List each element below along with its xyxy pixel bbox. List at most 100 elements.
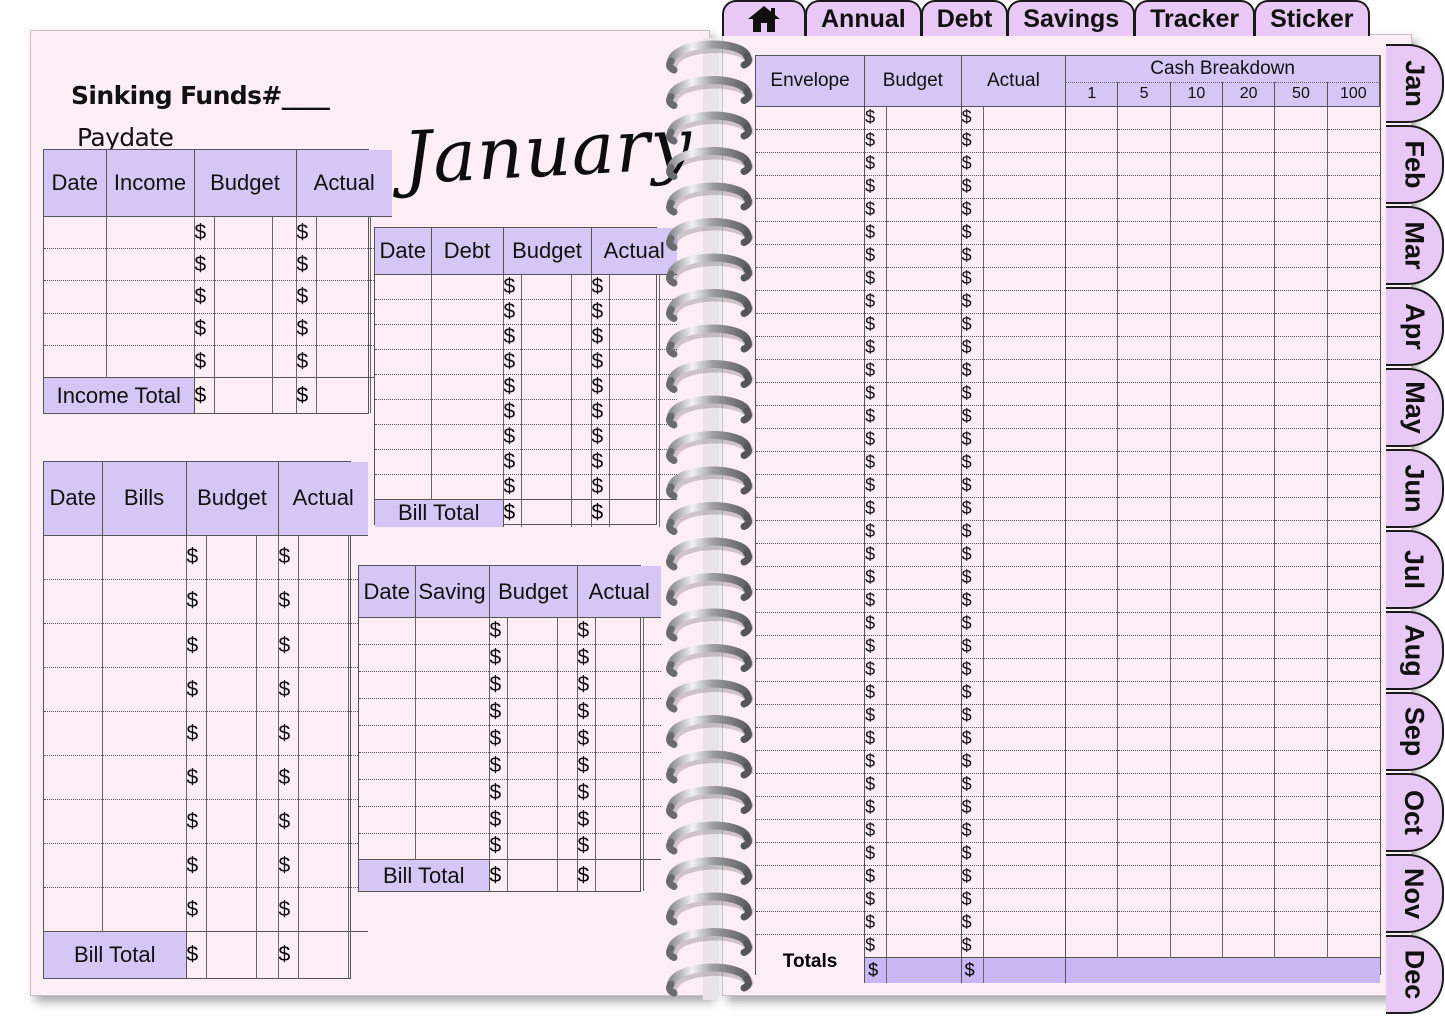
envelope-row[interactable]: $$	[756, 704, 1380, 727]
cell-envelope-name[interactable]	[756, 497, 865, 520]
cell-cash-50[interactable]	[1275, 221, 1327, 244]
cell-cash-1[interactable]	[1066, 635, 1118, 658]
cell-budget-amount[interactable]	[887, 612, 961, 635]
cell-bills[interactable]	[102, 756, 186, 800]
cell-cash-5[interactable]	[1118, 267, 1170, 290]
cell-cash-100[interactable]	[1327, 313, 1379, 336]
cell-cash-20[interactable]	[1223, 704, 1275, 727]
cell-budget-amount[interactable]	[214, 345, 272, 377]
table-row[interactable]: $$	[44, 844, 368, 888]
cell-cash-10[interactable]	[1170, 520, 1222, 543]
table-row[interactable]: $$	[375, 374, 677, 399]
cell-cash-20[interactable]	[1223, 267, 1275, 290]
month-tab-feb[interactable]: Feb	[1386, 125, 1444, 204]
cell-cash-10[interactable]	[1170, 106, 1222, 129]
cell-budget-cents[interactable]	[272, 345, 296, 377]
cell-cash-5[interactable]	[1118, 451, 1170, 474]
table-row[interactable]: $$	[375, 399, 677, 424]
cell-date[interactable]	[375, 299, 431, 324]
cell-cash-5[interactable]	[1118, 681, 1170, 704]
cell-cash-1[interactable]	[1066, 497, 1118, 520]
cell-cash-50[interactable]	[1275, 635, 1327, 658]
cell-actual-amount[interactable]	[316, 313, 370, 345]
cell-cash-50[interactable]	[1275, 681, 1327, 704]
cell-total-budget-cents[interactable]	[557, 860, 577, 891]
cell-cash-100[interactable]	[1327, 198, 1379, 221]
cell-budget-amount[interactable]	[887, 842, 961, 865]
cell-cash-5[interactable]	[1118, 474, 1170, 497]
cell-actual-amount[interactable]	[298, 668, 348, 712]
table-row[interactable]: $$	[359, 779, 661, 806]
cell-date[interactable]	[44, 624, 102, 668]
cell-cash-5[interactable]	[1118, 842, 1170, 865]
envelope-row[interactable]: $$	[756, 267, 1380, 290]
cell-actual-amount[interactable]	[983, 451, 1065, 474]
cell-cash-20[interactable]	[1223, 612, 1275, 635]
cell-cash-100[interactable]	[1327, 405, 1379, 428]
cell-cash-5[interactable]	[1118, 796, 1170, 819]
table-row[interactable]: $$	[44, 313, 392, 345]
cell-budget-amount[interactable]	[521, 449, 571, 474]
envelope-row[interactable]: $$	[756, 635, 1380, 658]
cell-cash-10[interactable]	[1170, 681, 1222, 704]
cell-cash-1[interactable]	[1066, 520, 1118, 543]
bills-table[interactable]: DateBillsBudgetActual$$$$$$$$$$$$$$$$$$B…	[43, 461, 351, 979]
cell-cash-1[interactable]	[1066, 704, 1118, 727]
cell-saving[interactable]	[415, 672, 489, 699]
cell-cash-100[interactable]	[1327, 382, 1379, 405]
cell-envelope-name[interactable]	[756, 520, 865, 543]
cell-total-actual[interactable]	[595, 860, 643, 891]
cell-envelope-name[interactable]	[756, 221, 865, 244]
cell-actual-amount[interactable]	[609, 324, 659, 349]
cell-date[interactable]	[44, 535, 102, 579]
cell-date[interactable]	[375, 424, 431, 449]
month-tab-mar[interactable]: Mar	[1386, 206, 1444, 285]
debt-table[interactable]: DateDebtBudgetActual$$$$$$$$$$$$$$$$$$Bi…	[374, 227, 657, 525]
cell-budget-cents[interactable]	[557, 645, 577, 672]
table-row[interactable]: $$	[375, 424, 677, 449]
cell-envelope-name[interactable]	[756, 543, 865, 566]
cell-cash-50[interactable]	[1275, 934, 1327, 957]
cell-budget-amount[interactable]	[206, 535, 256, 579]
table-row[interactable]: $$	[44, 281, 392, 313]
month-tab-aug[interactable]: Aug	[1386, 611, 1444, 690]
table-row[interactable]: $$	[44, 345, 392, 377]
cell-budget-amount[interactable]	[887, 819, 961, 842]
cell-cash-5[interactable]	[1118, 175, 1170, 198]
cell-budget-amount[interactable]	[887, 382, 961, 405]
cell-actual-amount[interactable]	[298, 535, 348, 579]
cell-budget-amount[interactable]	[521, 374, 571, 399]
cell-income[interactable]	[106, 281, 194, 313]
cell-date[interactable]	[44, 712, 102, 756]
cell-actual-amount[interactable]	[983, 313, 1065, 336]
cell-cash-1[interactable]	[1066, 727, 1118, 750]
cell-cash-20[interactable]	[1223, 773, 1275, 796]
cell-budget-amount[interactable]	[887, 428, 961, 451]
cell-cash-1[interactable]	[1066, 888, 1118, 911]
envelope-row[interactable]: $$	[756, 589, 1380, 612]
cell-cash-50[interactable]	[1275, 359, 1327, 382]
cell-envelope-name[interactable]	[756, 911, 865, 934]
cell-cash-100[interactable]	[1327, 911, 1379, 934]
cell-saving[interactable]	[415, 725, 489, 752]
cell-cash-10[interactable]	[1170, 152, 1222, 175]
cell-envelope-name[interactable]	[756, 428, 865, 451]
cell-cash-10[interactable]	[1170, 382, 1222, 405]
cell-envelope-name[interactable]	[756, 796, 865, 819]
cell-budget-amount[interactable]	[206, 756, 256, 800]
cell-cash-10[interactable]	[1170, 842, 1222, 865]
cell-cash-1[interactable]	[1066, 175, 1118, 198]
cell-cash-100[interactable]	[1327, 658, 1379, 681]
cell-cash-1[interactable]	[1066, 382, 1118, 405]
cell-envelope-name[interactable]	[756, 612, 865, 635]
cell-budget-amount[interactable]	[887, 336, 961, 359]
cell-saving[interactable]	[415, 806, 489, 833]
cell-cash-20[interactable]	[1223, 152, 1275, 175]
cell-cash-20[interactable]	[1223, 451, 1275, 474]
cell-budget-amount[interactable]	[507, 725, 557, 752]
cell-date[interactable]	[359, 618, 415, 645]
cell-actual-amount[interactable]	[983, 589, 1065, 612]
cell-cash-5[interactable]	[1118, 106, 1170, 129]
cell-total-actual[interactable]	[298, 932, 348, 978]
cell-cash-20[interactable]	[1223, 566, 1275, 589]
